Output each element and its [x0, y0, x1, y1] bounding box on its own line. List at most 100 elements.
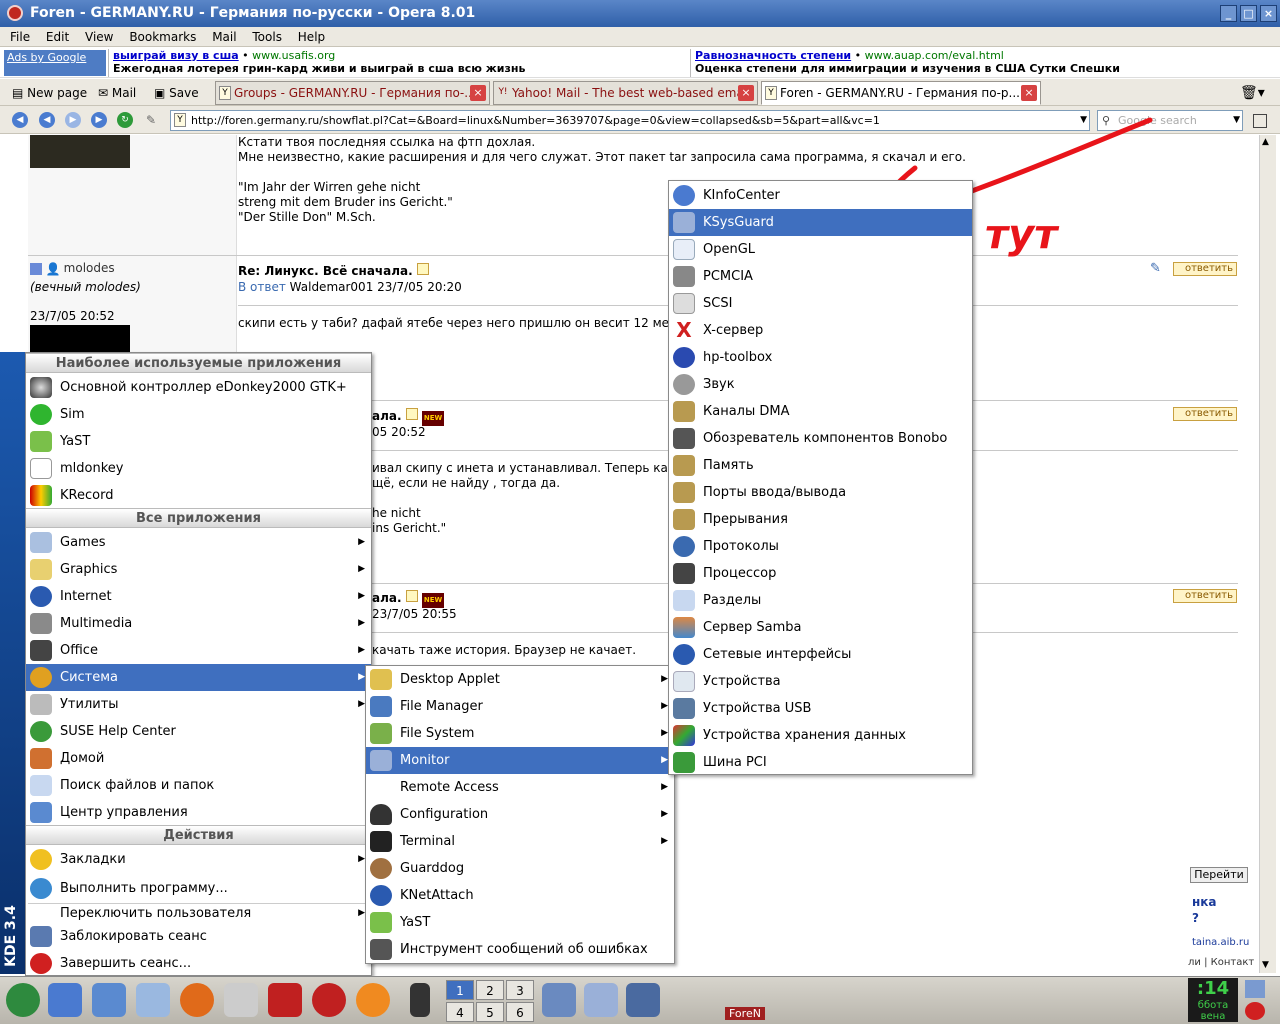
kmenu-item-mldonkey[interactable]: mldonkey — [26, 455, 371, 482]
lock-screen-tray-icon[interactable] — [1245, 980, 1265, 998]
go-button[interactable]: Перейти — [1190, 867, 1248, 883]
kmenu-item-logout[interactable]: Завершить сеанс... — [26, 950, 371, 977]
username[interactable]: molodes — [64, 261, 115, 275]
monitor-item-protocols[interactable]: Протоколы — [669, 533, 972, 560]
reply-button[interactable]: ответить — [1173, 262, 1237, 276]
profile-icon[interactable] — [30, 262, 42, 275]
ad-1[interactable]: выиграй визу в сша • www.usafis.org Ежег… — [108, 49, 688, 77]
monitor-item-sound[interactable]: Звук — [669, 371, 972, 398]
menu-tools[interactable]: Tools — [252, 30, 282, 44]
tab-yahoo-mail[interactable]: Y! Yahoo! Mail - The best web-based emai… — [493, 81, 758, 105]
menu-edit[interactable]: Edit — [46, 30, 69, 44]
kate-icon[interactable] — [224, 983, 258, 1017]
monitor-item-samba[interactable]: Сервер Samba — [669, 614, 972, 641]
right-fragment-links[interactable]: ли | Контакт — [1188, 957, 1254, 968]
monitor-item-kinfocenter[interactable]: KInfoCenter — [669, 182, 972, 209]
save-button[interactable]: ▣ Save — [154, 83, 199, 103]
desktop-2-button[interactable]: 2 — [476, 980, 504, 1000]
maximize-button[interactable]: □ — [1240, 5, 1257, 22]
kmenu-item-sim[interactable]: Sim — [26, 401, 371, 428]
system-item-configuration[interactable]: Configuration ▶ — [366, 801, 674, 828]
help-icon[interactable] — [136, 983, 170, 1017]
mail-agent-icon[interactable] — [268, 983, 302, 1017]
kmenu-item-utilities[interactable]: Утилиты ▶ — [26, 691, 371, 718]
system-item-yast[interactable]: YaST — [366, 909, 674, 936]
monitor-item-processor[interactable]: Процессор — [669, 560, 972, 587]
close-tab-icon[interactable]: × — [738, 85, 754, 101]
search-dropdown-icon[interactable]: ▼ — [1233, 111, 1240, 130]
tab-groups[interactable]: Y Groups - GERMANY.RU - Германия по-... … — [215, 81, 490, 105]
minimize-button[interactable]: _ — [1220, 5, 1237, 22]
reply-to-author[interactable]: Waldemar001 23/7/05 20:20 — [290, 280, 462, 294]
monitor-item-partitions[interactable]: Разделы — [669, 587, 972, 614]
desktop-3-button[interactable]: 3 — [506, 980, 534, 1000]
control-center-icon[interactable] — [92, 983, 126, 1017]
kmenu-item-yast[interactable]: YaST — [26, 428, 371, 455]
monitor-item-usb[interactable]: Устройства USB — [669, 695, 972, 722]
kmenu-item-help-center[interactable]: SUSE Help Center — [26, 718, 371, 745]
kmenu-item-system[interactable]: Система ▶ — [26, 664, 371, 691]
monitor-item-devices[interactable]: Устройства — [669, 668, 972, 695]
kmenu-item-find[interactable]: Поиск файлов и папок — [26, 772, 371, 799]
firefox-icon[interactable] — [180, 983, 214, 1017]
monitor-item-xserver[interactable]: X X-сервер — [669, 317, 972, 344]
system-item-monitor[interactable]: Monitor ▶ — [366, 747, 674, 774]
menu-help[interactable]: Help — [298, 30, 325, 44]
kmenu-item-games[interactable]: Games ▶ — [26, 529, 371, 556]
system-item-guarddog[interactable]: Guarddog — [366, 855, 674, 882]
system-item-knetattach[interactable]: KNetAttach — [366, 882, 674, 909]
ad-2-link[interactable]: Равнозначность степени — [695, 49, 851, 62]
kmenu-item-graphics[interactable]: Graphics ▶ — [26, 556, 371, 583]
kmenu-item-control-center[interactable]: Центр управления — [26, 799, 371, 826]
desktop-4-button[interactable]: 4 — [446, 1002, 474, 1022]
reply-button[interactable]: ответить — [1173, 589, 1237, 603]
kmenu-item-office[interactable]: Office ▶ — [26, 637, 371, 664]
screenshot-icon[interactable] — [626, 983, 660, 1017]
taskbar-task-opera[interactable]: ForeN — [725, 1007, 765, 1020]
system-item-file-system[interactable]: File System ▶ — [366, 720, 674, 747]
wand-icon[interactable]: ✎ — [143, 112, 159, 128]
monitor-item-network[interactable]: Сетевые интерфейсы — [669, 641, 972, 668]
k-menu-button-icon[interactable] — [6, 983, 40, 1017]
monitor-item-pcmcia[interactable]: PCMCIA — [669, 263, 972, 290]
trash-icon[interactable]: 🗑▾ — [1240, 83, 1265, 103]
kmenu-item-home[interactable]: Домой — [26, 745, 371, 772]
close-tab-icon[interactable]: × — [470, 85, 486, 101]
close-window-button[interactable]: × — [1260, 5, 1277, 22]
network-icon[interactable] — [542, 983, 576, 1017]
back-icon[interactable]: ◀ — [12, 112, 28, 128]
monitor-item-ksysguard[interactable]: KSysGuard — [669, 209, 972, 236]
rewind-icon[interactable]: ◀ — [39, 112, 55, 128]
system-item-terminal[interactable]: Terminal ▶ — [366, 828, 674, 855]
scroll-up-icon[interactable]: ▲ — [1262, 137, 1269, 147]
reload-icon[interactable]: ↻ — [117, 112, 133, 128]
vertical-scrollbar[interactable]: ▲ ▼ — [1259, 135, 1276, 973]
menu-bookmarks[interactable]: Bookmarks — [129, 30, 196, 44]
monitor-item-memory[interactable]: Память — [669, 452, 972, 479]
post-2-title[interactable]: Re: Линукс. Всё сначала. — [238, 263, 429, 279]
scroll-down-icon[interactable]: ▼ — [1262, 960, 1269, 970]
tab-foren[interactable]: Y Foren - GERMANY.RU - Германия по-р... … — [761, 81, 1041, 105]
monitor-item-storage[interactable]: Устройства хранения данных — [669, 722, 972, 749]
right-fragment-link[interactable]: taina.aib.ru — [1192, 937, 1249, 948]
monitor-item-dma[interactable]: Каналы DMA — [669, 398, 972, 425]
monitor-item-opengl[interactable]: OpenGL — [669, 236, 972, 263]
system-item-bug-report[interactable]: Инструмент сообщений об ошибках — [366, 936, 674, 963]
system-item-remote-access[interactable]: Remote Access ▶ — [366, 774, 674, 801]
menu-view[interactable]: View — [85, 30, 113, 44]
opera-icon[interactable] — [312, 983, 346, 1017]
fast-forward-icon[interactable]: ▶ — [91, 112, 107, 128]
monitor-item-interrupts[interactable]: Прерывания — [669, 506, 972, 533]
panel-toggle-icon[interactable] — [1253, 114, 1267, 128]
menu-file[interactable]: File — [10, 30, 30, 44]
kmenu-item-multimedia[interactable]: Multimedia ▶ — [26, 610, 371, 637]
post-2-author[interactable]: 👤 molodes — [30, 261, 115, 276]
skype-icon[interactable] — [356, 983, 390, 1017]
edit-icon[interactable]: ✎ — [1150, 261, 1161, 276]
new-page-button[interactable]: ▤ New page — [12, 83, 87, 103]
monitor-item-bonobo[interactable]: Обозреватель компонентов Bonobo — [669, 425, 972, 452]
home-folder-icon[interactable] — [48, 983, 82, 1017]
logout-tray-icon[interactable] — [1245, 1002, 1265, 1020]
menu-mail[interactable]: Mail — [212, 30, 236, 44]
post-4-title[interactable]: ала. NEW — [372, 590, 445, 608]
